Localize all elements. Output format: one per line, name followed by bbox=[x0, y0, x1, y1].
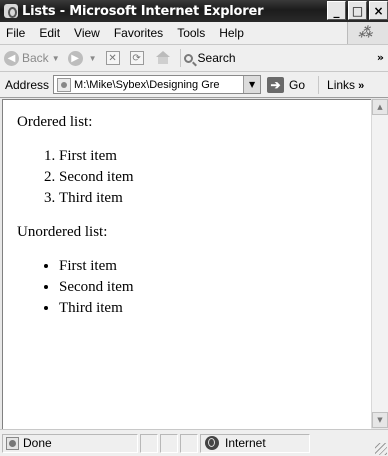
search-icon bbox=[183, 53, 193, 63]
status-pane bbox=[180, 433, 198, 453]
vertical-scrollbar[interactable]: ▲ ▼ bbox=[371, 99, 388, 428]
menu-bar: File Edit View Favorites Tools Help ⁂ bbox=[0, 22, 388, 45]
window-controls: _ □ × bbox=[325, 1, 388, 20]
status-pane-main: Done bbox=[2, 433, 138, 453]
ordered-list-heading: Ordered list: bbox=[17, 114, 93, 130]
toolbar-divider bbox=[179, 49, 181, 67]
status-bar: Done Internet bbox=[0, 429, 388, 456]
menu-view[interactable]: View bbox=[67, 26, 107, 40]
browser-window: Lists - Microsoft Internet Explorer _ □ … bbox=[0, 0, 388, 456]
document-body: Ordered list: First item Second item Thi… bbox=[3, 100, 371, 319]
title-bar[interactable]: Lists - Microsoft Internet Explorer _ □ … bbox=[0, 0, 388, 22]
status-pane bbox=[160, 433, 178, 453]
address-input[interactable]: M:\Mike\Sybex\Designing Gre ▼ bbox=[53, 75, 262, 94]
security-zone[interactable]: Internet bbox=[200, 433, 310, 453]
ordered-list: First item Second item Third item bbox=[17, 146, 371, 209]
go-button[interactable]: ➔ Go bbox=[267, 76, 306, 93]
ie-page-icon bbox=[4, 4, 18, 18]
throbber: ⁂ bbox=[347, 22, 388, 44]
list-item: First item bbox=[59, 146, 371, 167]
page-done-icon bbox=[6, 436, 19, 450]
go-label: Go bbox=[289, 77, 306, 92]
close-button[interactable]: × bbox=[369, 1, 388, 20]
address-dropdown-icon[interactable]: ▼ bbox=[243, 76, 261, 93]
links-label: Links bbox=[327, 77, 356, 92]
forward-arrow-icon: ▶ bbox=[67, 50, 83, 66]
globe-icon bbox=[205, 436, 219, 450]
back-button[interactable]: ◀ Back ▼ bbox=[4, 50, 64, 66]
address-divider bbox=[318, 75, 320, 94]
menu-tools[interactable]: Tools bbox=[170, 26, 212, 40]
status-text: Done bbox=[23, 436, 52, 450]
unordered-list-heading: Unordered list: bbox=[17, 224, 108, 240]
links-overflow-icon: » bbox=[358, 79, 365, 92]
address-label: Address bbox=[5, 77, 50, 92]
search-button[interactable]: Search bbox=[183, 51, 236, 65]
list-item: Third item bbox=[59, 188, 371, 209]
scroll-up-icon[interactable]: ▲ bbox=[372, 99, 388, 115]
menu-favorites[interactable]: Favorites bbox=[107, 26, 170, 40]
forward-button[interactable]: ▶ ▼ bbox=[67, 50, 101, 66]
page-content: Ordered list: First item Second item Thi… bbox=[2, 99, 371, 429]
menu-file[interactable]: File bbox=[0, 26, 32, 40]
standard-toolbar: ◀ Back ▼ ▶ ▼ ✕ ⟳ Search » bbox=[0, 45, 388, 72]
window-title: Lists - Microsoft Internet Explorer bbox=[22, 3, 264, 19]
toolbar-overflow-icon[interactable]: » bbox=[377, 51, 384, 64]
page-icon bbox=[57, 77, 72, 92]
unordered-list: First item Second item Third item bbox=[17, 256, 371, 319]
list-item: Second item bbox=[59, 167, 371, 188]
zone-text: Internet bbox=[225, 436, 266, 450]
list-item: Second item bbox=[59, 277, 371, 298]
back-dropdown-icon[interactable]: ▼ bbox=[52, 54, 60, 63]
list-item: First item bbox=[59, 256, 371, 277]
windows-logo-icon: ⁂ bbox=[356, 25, 376, 41]
address-value[interactable]: M:\Mike\Sybex\Designing Gre bbox=[74, 79, 242, 91]
address-bar: Address M:\Mike\Sybex\Designing Gre ▼ ➔ … bbox=[0, 72, 388, 98]
links-button[interactable]: Links» bbox=[327, 78, 364, 92]
list-item: Third item bbox=[59, 298, 371, 319]
home-icon[interactable] bbox=[155, 51, 171, 65]
refresh-icon[interactable]: ⟳ bbox=[129, 51, 144, 65]
search-label: Search bbox=[197, 51, 236, 65]
go-arrow-icon: ➔ bbox=[267, 76, 285, 93]
resize-grip-icon[interactable] bbox=[375, 443, 387, 455]
back-label: Back bbox=[22, 51, 49, 65]
status-pane bbox=[140, 433, 158, 453]
scroll-down-icon[interactable]: ▼ bbox=[372, 412, 388, 428]
stop-icon[interactable]: ✕ bbox=[105, 51, 120, 65]
menu-help[interactable]: Help bbox=[212, 26, 251, 40]
minimize-button[interactable]: _ bbox=[327, 1, 346, 20]
maximize-button[interactable]: □ bbox=[348, 1, 367, 20]
back-arrow-icon: ◀ bbox=[4, 50, 19, 66]
forward-dropdown-icon[interactable]: ▼ bbox=[89, 54, 97, 63]
menu-edit[interactable]: Edit bbox=[32, 26, 67, 40]
